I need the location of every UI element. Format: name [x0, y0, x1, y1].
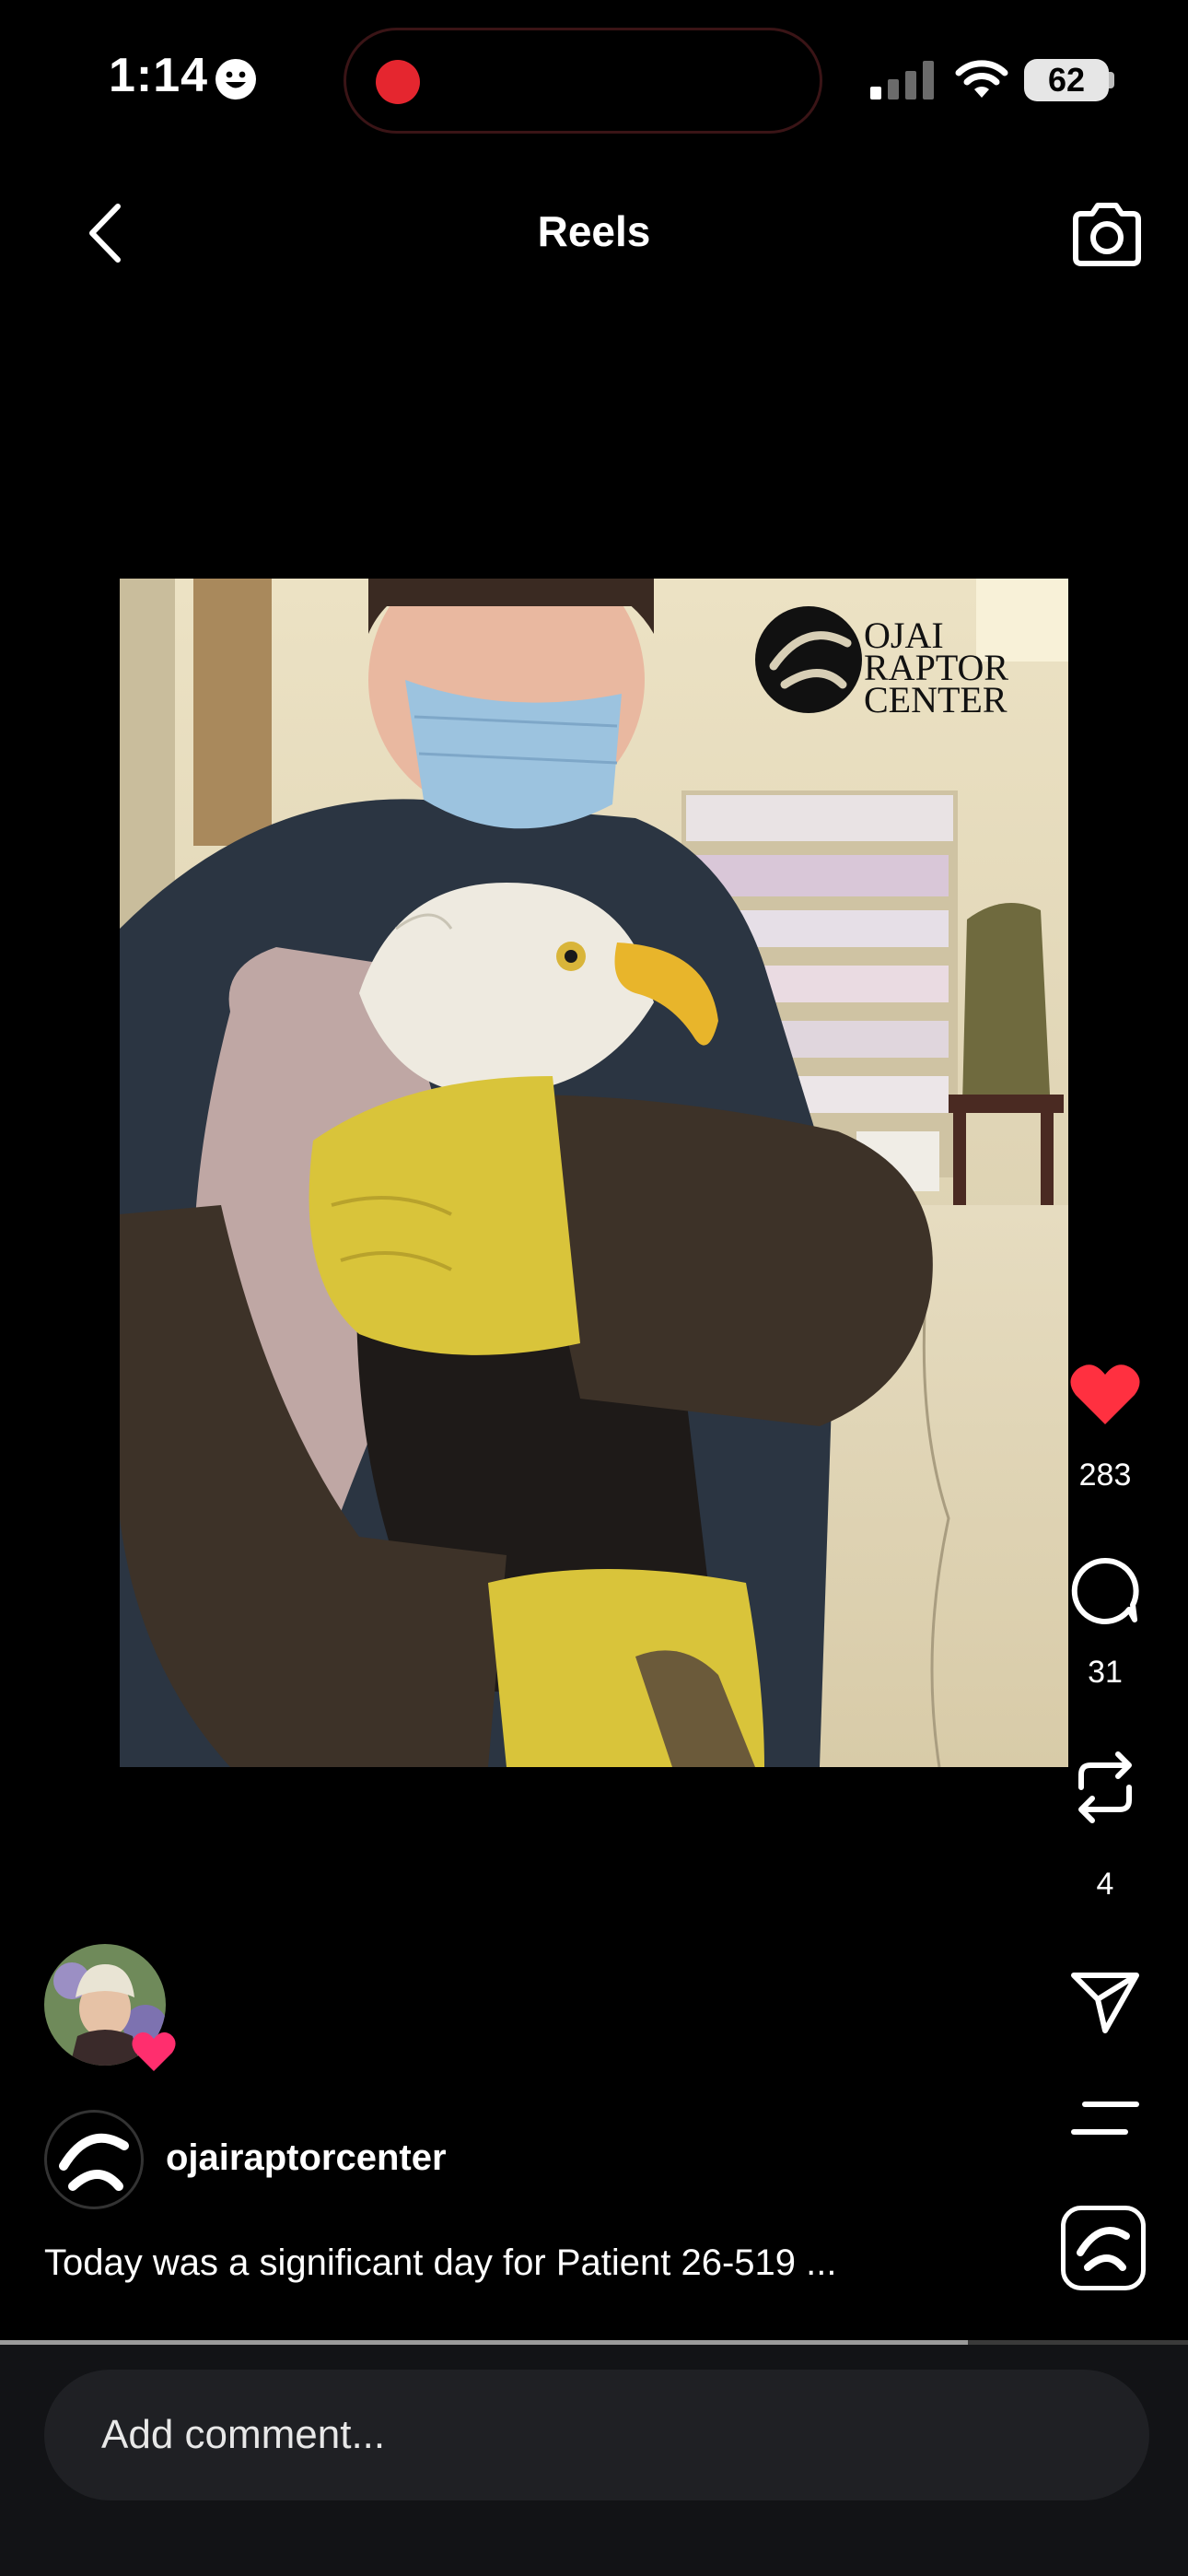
like-count[interactable]: 283 [1050, 1458, 1160, 1493]
heart-like-icon[interactable] [1068, 1362, 1142, 1428]
repost-count[interactable]: 4 [1050, 1867, 1160, 1903]
battery-indicator: 62 [1024, 59, 1109, 101]
heart-badge-icon [132, 2032, 176, 2071]
original-audio-avatar[interactable] [1061, 2206, 1146, 2290]
recording-indicator-icon [376, 60, 420, 104]
send-share-icon[interactable] [1068, 1968, 1142, 2036]
username[interactable]: ojairaptorcenter [166, 2137, 447, 2179]
camera-icon[interactable] [1070, 201, 1144, 267]
reel-frame-image: OJAI RAPTOR CENTER [120, 579, 1068, 1767]
status-time: 1:14 [109, 49, 209, 102]
smiley-face-icon [215, 59, 256, 100]
comment-input[interactable] [44, 2370, 1149, 2500]
post-caption[interactable]: Today was a significant day for Patient … [44, 2242, 837, 2284]
cellular-signal-icon [870, 61, 934, 100]
comment-bubble-icon[interactable] [1068, 1555, 1142, 1625]
comment-count[interactable]: 31 [1050, 1655, 1160, 1691]
raptor-logo-icon [1077, 2227, 1130, 2271]
raptor-logo-icon [59, 2133, 129, 2191]
account-avatar[interactable] [44, 2110, 144, 2209]
reel-video[interactable]: OJAI RAPTOR CENTER [120, 579, 1068, 1767]
repost-icon[interactable] [1068, 1747, 1142, 1828]
watermark-line-3: CENTER [864, 679, 1007, 720]
battery-tip [1109, 72, 1114, 88]
page-title: Reels [537, 207, 651, 255]
wifi-icon [955, 60, 1008, 98]
more-options-icon[interactable] [1068, 2099, 1142, 2139]
